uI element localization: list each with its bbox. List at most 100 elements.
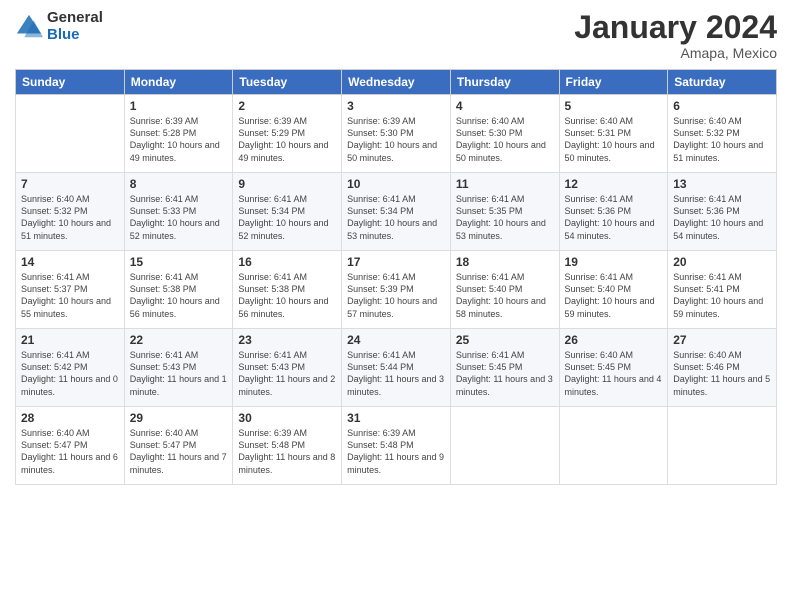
header-day-saturday: Saturday <box>668 70 777 95</box>
day-cell: 19 Sunrise: 6:41 AMSunset: 5:40 PMDayligh… <box>559 251 668 329</box>
header-day-tuesday: Tuesday <box>233 70 342 95</box>
day-cell: 16 Sunrise: 6:41 AMSunset: 5:38 PMDayligh… <box>233 251 342 329</box>
header-day-thursday: Thursday <box>450 70 559 95</box>
day-number: 14 <box>21 255 119 269</box>
day-number: 22 <box>130 333 228 347</box>
day-info: Sunrise: 6:41 AMSunset: 5:33 PMDaylight:… <box>130 193 228 242</box>
day-info: Sunrise: 6:41 AMSunset: 5:34 PMDaylight:… <box>347 193 445 242</box>
day-number: 10 <box>347 177 445 191</box>
day-info: Sunrise: 6:40 AMSunset: 5:47 PMDaylight:… <box>130 427 228 476</box>
day-info: Sunrise: 6:41 AMSunset: 5:38 PMDaylight:… <box>238 271 336 320</box>
logo-line2: Blue <box>47 27 103 44</box>
day-number: 26 <box>565 333 663 347</box>
day-number: 13 <box>673 177 771 191</box>
day-number: 8 <box>130 177 228 191</box>
logo-line1: General <box>47 10 103 27</box>
day-cell: 15Sunrise: 6:41 AMSunset: 5:38 PMDayligh… <box>124 251 233 329</box>
day-cell: 27Sunrise: 6:40 AMSunset: 5:46 PMDayligh… <box>668 329 777 407</box>
day-cell: 21 Sunrise: 6:41 AMSunset: 5:42 PMDayligh… <box>16 329 125 407</box>
week-row-2: 7 Sunrise: 6:40 AMSunset: 5:32 PMDaylight… <box>16 173 777 251</box>
day-cell: 7 Sunrise: 6:40 AMSunset: 5:32 PMDaylight… <box>16 173 125 251</box>
logo-text: General Blue <box>47 10 103 43</box>
day-info: Sunrise: 6:39 AMSunset: 5:30 PMDaylight:… <box>347 115 445 164</box>
day-number: 12 <box>565 177 663 191</box>
day-info: Sunrise: 6:40 AMSunset: 5:46 PMDaylight:… <box>673 349 771 398</box>
day-cell: 12 Sunrise: 6:41 AMSunset: 5:36 PMDayligh… <box>559 173 668 251</box>
day-info: Sunrise: 6:39 AMSunset: 5:48 PMDaylight:… <box>238 427 336 476</box>
day-info: Sunrise: 6:41 AMSunset: 5:34 PMDaylight:… <box>238 193 336 242</box>
day-number: 11 <box>456 177 554 191</box>
day-cell: 30Sunrise: 6:39 AMSunset: 5:48 PMDayligh… <box>233 407 342 485</box>
day-cell: 5 Sunrise: 6:40 AMSunset: 5:31 PMDaylight… <box>559 95 668 173</box>
day-number: 23 <box>238 333 336 347</box>
day-number: 15 <box>130 255 228 269</box>
logo: General Blue <box>15 10 103 43</box>
day-number: 2 <box>238 99 336 113</box>
day-info: Sunrise: 6:41 AMSunset: 5:36 PMDaylight:… <box>565 193 663 242</box>
day-number: 18 <box>456 255 554 269</box>
day-info: Sunrise: 6:40 AMSunset: 5:32 PMDaylight:… <box>673 115 771 164</box>
day-cell: 9 Sunrise: 6:41 AMSunset: 5:34 PMDaylight… <box>233 173 342 251</box>
day-number: 29 <box>130 411 228 425</box>
location: Amapa, Mexico <box>574 45 777 61</box>
day-info: Sunrise: 6:40 AMSunset: 5:32 PMDaylight:… <box>21 193 119 242</box>
header-row: SundayMondayTuesdayWednesdayThursdayFrid… <box>16 70 777 95</box>
day-number: 17 <box>347 255 445 269</box>
day-info: Sunrise: 6:41 AMSunset: 5:43 PMDaylight:… <box>130 349 228 398</box>
day-number: 3 <box>347 99 445 113</box>
day-number: 4 <box>456 99 554 113</box>
day-cell: 13Sunrise: 6:41 AMSunset: 5:36 PMDayligh… <box>668 173 777 251</box>
day-info: Sunrise: 6:41 AMSunset: 5:43 PMDaylight:… <box>238 349 336 398</box>
day-info: Sunrise: 6:39 AMSunset: 5:28 PMDaylight:… <box>130 115 228 164</box>
day-info: Sunrise: 6:41 AMSunset: 5:44 PMDaylight:… <box>347 349 445 398</box>
day-info: Sunrise: 6:41 AMSunset: 5:45 PMDaylight:… <box>456 349 554 398</box>
day-number: 9 <box>238 177 336 191</box>
day-number: 16 <box>238 255 336 269</box>
header: General Blue January 2024 Amapa, Mexico <box>15 10 777 61</box>
day-cell: 29 Sunrise: 6:40 AMSunset: 5:47 PMDayligh… <box>124 407 233 485</box>
day-number: 20 <box>673 255 771 269</box>
day-info: Sunrise: 6:40 AMSunset: 5:45 PMDaylight:… <box>565 349 663 398</box>
day-number: 5 <box>565 99 663 113</box>
day-cell <box>668 407 777 485</box>
week-row-1: 1Sunrise: 6:39 AMSunset: 5:28 PMDaylight… <box>16 95 777 173</box>
title-section: January 2024 Amapa, Mexico <box>574 10 777 61</box>
week-row-4: 21 Sunrise: 6:41 AMSunset: 5:42 PMDayligh… <box>16 329 777 407</box>
day-cell: 17Sunrise: 6:41 AMSunset: 5:39 PMDayligh… <box>342 251 451 329</box>
day-info: Sunrise: 6:41 AMSunset: 5:40 PMDaylight:… <box>565 271 663 320</box>
day-cell: 10 Sunrise: 6:41 AMSunset: 5:34 PMDayligh… <box>342 173 451 251</box>
day-cell: 23 Sunrise: 6:41 AMSunset: 5:43 PMDayligh… <box>233 329 342 407</box>
day-cell <box>16 95 125 173</box>
day-info: Sunrise: 6:41 AMSunset: 5:35 PMDaylight:… <box>456 193 554 242</box>
day-info: Sunrise: 6:41 AMSunset: 5:40 PMDaylight:… <box>456 271 554 320</box>
day-cell: 18 Sunrise: 6:41 AMSunset: 5:40 PMDayligh… <box>450 251 559 329</box>
day-cell: 31Sunrise: 6:39 AMSunset: 5:48 PMDayligh… <box>342 407 451 485</box>
day-cell: 1Sunrise: 6:39 AMSunset: 5:28 PMDaylight… <box>124 95 233 173</box>
day-cell: 2Sunrise: 6:39 AMSunset: 5:29 PMDaylight… <box>233 95 342 173</box>
day-number: 31 <box>347 411 445 425</box>
day-info: Sunrise: 6:41 AMSunset: 5:41 PMDaylight:… <box>673 271 771 320</box>
day-number: 7 <box>21 177 119 191</box>
calendar-table: SundayMondayTuesdayWednesdayThursdayFrid… <box>15 69 777 485</box>
page: General Blue January 2024 Amapa, Mexico … <box>0 0 792 612</box>
day-number: 25 <box>456 333 554 347</box>
month-title: January 2024 <box>574 10 777 45</box>
week-row-5: 28 Sunrise: 6:40 AMSunset: 5:47 PMDayligh… <box>16 407 777 485</box>
day-cell: 28 Sunrise: 6:40 AMSunset: 5:47 PMDayligh… <box>16 407 125 485</box>
week-row-3: 14Sunrise: 6:41 AMSunset: 5:37 PMDayligh… <box>16 251 777 329</box>
header-day-sunday: Sunday <box>16 70 125 95</box>
day-cell <box>559 407 668 485</box>
day-number: 19 <box>565 255 663 269</box>
day-cell: 3 Sunrise: 6:39 AMSunset: 5:30 PMDaylight… <box>342 95 451 173</box>
day-cell: 25 Sunrise: 6:41 AMSunset: 5:45 PMDayligh… <box>450 329 559 407</box>
day-cell: 14Sunrise: 6:41 AMSunset: 5:37 PMDayligh… <box>16 251 125 329</box>
header-day-friday: Friday <box>559 70 668 95</box>
day-info: Sunrise: 6:40 AMSunset: 5:47 PMDaylight:… <box>21 427 119 476</box>
day-number: 21 <box>21 333 119 347</box>
day-info: Sunrise: 6:41 AMSunset: 5:42 PMDaylight:… <box>21 349 119 398</box>
day-info: Sunrise: 6:40 AMSunset: 5:31 PMDaylight:… <box>565 115 663 164</box>
logo-icon <box>15 13 43 41</box>
day-number: 28 <box>21 411 119 425</box>
day-number: 6 <box>673 99 771 113</box>
day-cell: 11 Sunrise: 6:41 AMSunset: 5:35 PMDayligh… <box>450 173 559 251</box>
